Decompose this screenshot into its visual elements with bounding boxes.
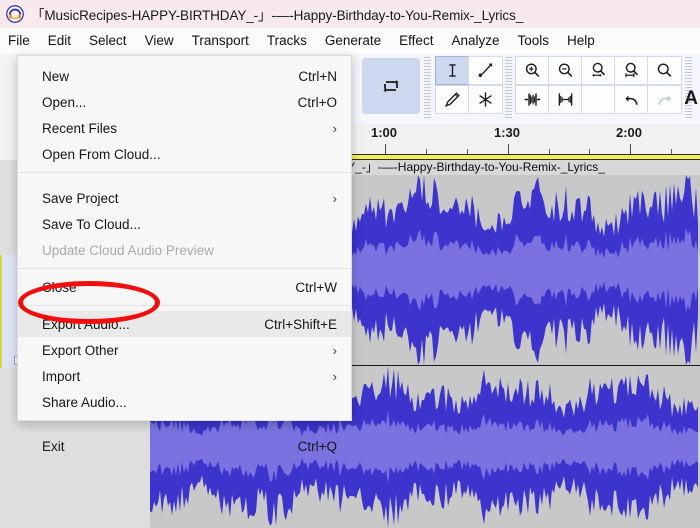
silence-audio-button[interactable] bbox=[548, 85, 583, 114]
track-name-label: AY_-」-—-Happy-Birthday-to-You-Remix-_Lyr… bbox=[340, 160, 700, 175]
menu-effect[interactable]: Effect bbox=[390, 30, 442, 52]
menu-item-accel: Ctrl+W bbox=[295, 279, 337, 295]
menu-item-save-to-cloud[interactable]: Save To Cloud... bbox=[18, 211, 351, 237]
tools-toolbar bbox=[435, 56, 503, 115]
ruler-label: 1:00 bbox=[371, 125, 398, 140]
menu-edit[interactable]: Edit bbox=[39, 30, 80, 52]
menu-item-accel: Ctrl+O bbox=[297, 94, 337, 110]
zoom-in-button[interactable] bbox=[515, 56, 550, 85]
overflow-toolbar-label: A bbox=[684, 88, 698, 109]
fit-project-icon bbox=[625, 62, 639, 78]
menu-select[interactable]: Select bbox=[80, 30, 136, 52]
menu-item-update-cloud-audio-preview: Update Cloud Audio Preview bbox=[18, 237, 351, 263]
title-bar: 「MusicRecipes-HAPPY-BIRTHDAY_-」-—-Happy-… bbox=[0, 0, 700, 28]
redo-icon bbox=[658, 95, 671, 105]
multi-tool-icon bbox=[479, 92, 492, 107]
menu-analyze[interactable]: Analyze bbox=[442, 30, 508, 52]
zoom-in-icon bbox=[525, 63, 540, 77]
audacity-window: 「MusicRecipes-HAPPY-BIRTHDAY_-」-—-Happy-… bbox=[0, 0, 700, 528]
multi-tool-button[interactable] bbox=[468, 85, 503, 114]
menu-tools[interactable]: Tools bbox=[508, 30, 558, 52]
menu-item-label: Close bbox=[42, 279, 77, 295]
menu-item-accel: Ctrl+Q bbox=[297, 438, 337, 454]
silence-audio-icon bbox=[558, 93, 573, 106]
selection-tool-icon bbox=[449, 64, 456, 77]
toolbar: A bbox=[340, 54, 700, 124]
file-menu-dropdown[interactable]: New Ctrl+N Open... Ctrl+O Recent Files ›… bbox=[17, 55, 352, 454]
menu-file[interactable]: File bbox=[0, 30, 39, 52]
menu-bar: File Edit Select View Transport Tracks G… bbox=[0, 28, 700, 54]
menu-item-open-from-cloud[interactable]: Open From Cloud... bbox=[18, 141, 351, 167]
menu-item-label: Export Audio... bbox=[42, 316, 130, 332]
trim-audio-button[interactable] bbox=[515, 85, 550, 114]
menu-item-label: Import bbox=[42, 368, 81, 384]
undo-button[interactable] bbox=[614, 85, 649, 114]
menu-item-label: Save To Cloud... bbox=[42, 216, 141, 232]
menu-item-exit[interactable]: Exit Ctrl+Q bbox=[18, 433, 351, 459]
zoom-toggle-icon bbox=[657, 63, 672, 77]
ruler-label: 2:00 bbox=[616, 125, 643, 140]
menu-item-label: Exit bbox=[42, 438, 65, 454]
chevron-right-icon: › bbox=[332, 120, 337, 136]
zoom-out-button[interactable] bbox=[548, 56, 583, 85]
draw-tool-button[interactable] bbox=[435, 85, 470, 114]
menu-view[interactable]: View bbox=[136, 30, 183, 52]
menu-item-accel: Ctrl+N bbox=[298, 68, 337, 84]
audacity-headphones-icon bbox=[6, 5, 24, 23]
menu-item-label: Export Other bbox=[42, 342, 119, 358]
menu-item-new[interactable]: New Ctrl+N bbox=[18, 63, 351, 89]
draw-tool-icon bbox=[444, 92, 460, 108]
fit-selection-button[interactable] bbox=[581, 56, 616, 85]
edit-toolbar bbox=[515, 56, 682, 115]
menu-separator bbox=[18, 268, 351, 269]
menu-item-export-other[interactable]: Export Other › bbox=[18, 337, 351, 363]
loop-icon bbox=[383, 80, 399, 93]
ruler-label: 1:30 bbox=[494, 125, 521, 140]
menu-help[interactable]: Help bbox=[558, 30, 604, 52]
chevron-right-icon: › bbox=[332, 368, 337, 384]
menu-separator bbox=[18, 420, 351, 421]
redo-button[interactable] bbox=[647, 85, 682, 114]
menu-item-label: Open From Cloud... bbox=[42, 146, 161, 162]
selection-tool-button[interactable] bbox=[435, 56, 470, 85]
menu-transport[interactable]: Transport bbox=[183, 30, 258, 52]
fit-project-button[interactable] bbox=[614, 56, 649, 85]
loop-button[interactable] bbox=[362, 58, 420, 114]
menu-item-label: Share Audio... bbox=[42, 394, 127, 410]
menu-item-label: Save Project bbox=[42, 190, 119, 206]
timeline-ruler[interactable]: 1:00 1:30 2:00 bbox=[340, 124, 700, 160]
menu-item-save-project[interactable]: Save Project › bbox=[18, 185, 351, 211]
menu-item-share-audio[interactable]: Share Audio... bbox=[18, 389, 351, 415]
menu-item-label: Recent Files bbox=[42, 120, 118, 136]
menu-item-recent-files[interactable]: Recent Files › bbox=[18, 115, 351, 141]
edit-toolbar-blank bbox=[581, 85, 616, 114]
fit-selection-icon bbox=[592, 62, 606, 77]
window-title: 「MusicRecipes-HAPPY-BIRTHDAY_-」-—-Happy-… bbox=[31, 8, 524, 23]
trim-audio-icon bbox=[524, 93, 541, 106]
zoom-out-icon bbox=[558, 63, 573, 77]
menu-item-close[interactable]: Close Ctrl+W bbox=[18, 274, 351, 300]
toolbar-grip-2[interactable] bbox=[505, 57, 512, 119]
envelope-tool-button[interactable] bbox=[468, 56, 503, 85]
menu-item-label: New bbox=[42, 68, 70, 84]
menu-separator bbox=[18, 305, 351, 306]
menu-item-accel: Ctrl+Shift+E bbox=[264, 316, 337, 332]
zoom-toggle-button[interactable] bbox=[647, 56, 682, 85]
menu-separator bbox=[18, 172, 351, 173]
menu-item-export-audio[interactable]: Export Audio... Ctrl+Shift+E bbox=[18, 311, 351, 337]
menu-item-open[interactable]: Open... Ctrl+O bbox=[18, 89, 351, 115]
menu-generate[interactable]: Generate bbox=[316, 30, 390, 52]
chevron-right-icon: › bbox=[332, 190, 337, 206]
envelope-tool-icon bbox=[478, 63, 493, 77]
menu-item-label: Update Cloud Audio Preview bbox=[42, 242, 214, 258]
toolbar-grip[interactable] bbox=[424, 57, 431, 119]
menu-tracks[interactable]: Tracks bbox=[258, 30, 316, 52]
track-focus-border bbox=[0, 255, 2, 368]
menu-item-label: Open... bbox=[42, 94, 87, 110]
chevron-right-icon: › bbox=[332, 342, 337, 358]
menu-item-import[interactable]: Import › bbox=[18, 363, 351, 389]
undo-icon bbox=[625, 95, 638, 105]
